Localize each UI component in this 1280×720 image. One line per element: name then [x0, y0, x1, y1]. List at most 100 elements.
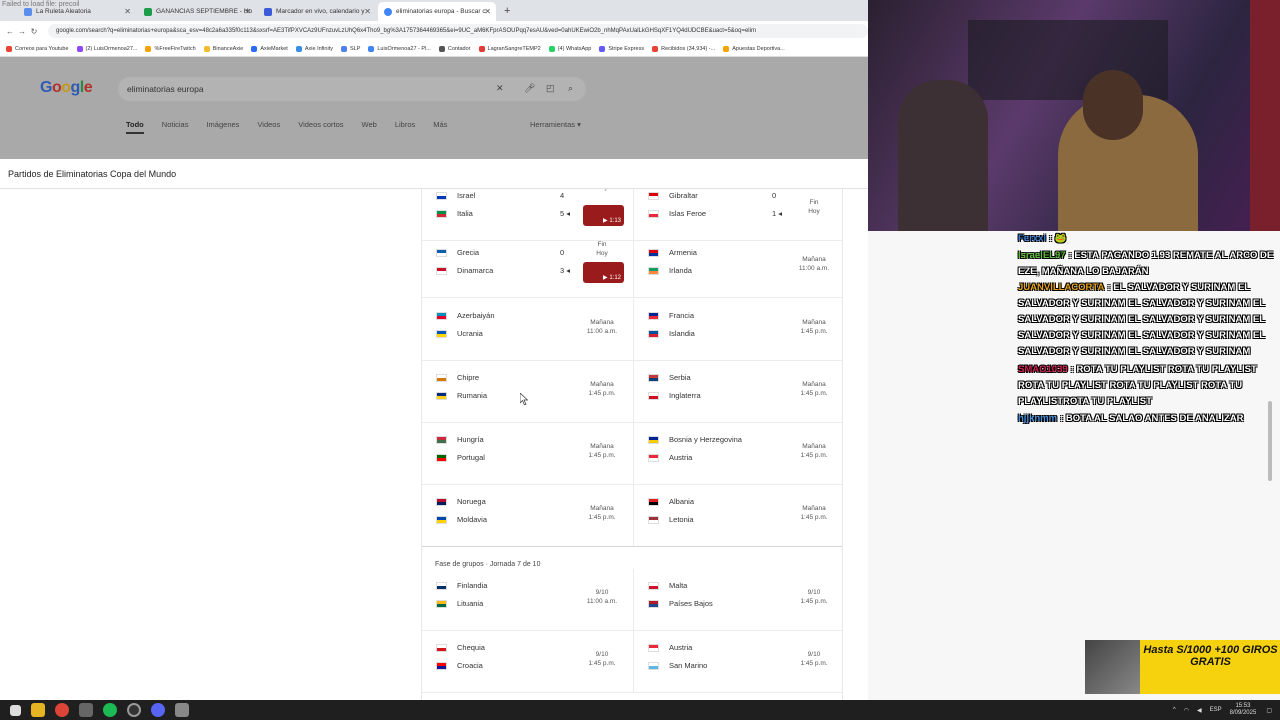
- team-away: Letonia: [648, 515, 694, 524]
- discord-icon[interactable]: [151, 703, 165, 717]
- browser-tab[interactable]: Marcador en vivo, calendario y ✕: [258, 2, 376, 21]
- bookmark-item[interactable]: Stripe Express: [599, 45, 644, 52]
- team-name: Gibraltar: [669, 191, 698, 200]
- close-tab-icon[interactable]: ✕: [364, 7, 371, 16]
- google-logo[interactable]: Google: [40, 79, 93, 97]
- close-tab-icon[interactable]: ✕: [484, 7, 491, 16]
- bookmark-item[interactable]: BinanceAxie: [203, 45, 243, 52]
- bookmarks-bar: Correos para Youtube (2) LuisOrmenoa27...…: [0, 41, 868, 57]
- score: 1 ◂: [772, 209, 783, 218]
- reload-icon[interactable]: ↻: [28, 27, 40, 36]
- tab-noticias[interactable]: Noticias: [162, 120, 189, 134]
- bookmark-item[interactable]: (2) LuisOrmenoa27...: [76, 45, 138, 52]
- match-cell[interactable]: Bosnia y Herzegovina Austria Mañana 1:45 p…: [633, 423, 842, 484]
- bookmark-item[interactable]: Correos para Youtube: [6, 45, 69, 52]
- promo-banner[interactable]: Hasta S/1000 +100 GIROS GRATIS: [1085, 640, 1280, 694]
- language-indicator[interactable]: ESP: [1210, 707, 1222, 713]
- tab-todo[interactable]: Todo: [126, 120, 144, 134]
- match-cell[interactable]: Albania Letonia Mañana 1:45 p.m.: [633, 485, 842, 546]
- close-tab-icon[interactable]: ✕: [124, 7, 131, 16]
- match-cell[interactable]: Armenia Irlanda Mañana 11:00 a.m.: [633, 236, 842, 297]
- team-name: Grecia: [457, 248, 480, 257]
- match-cell[interactable]: Grecia Dinamarca 0 3 ◂ ▶ 1:12 Fin Hoy: [422, 236, 633, 297]
- tab-videos-cortos[interactable]: Videos cortos: [298, 120, 343, 134]
- search-input[interactable]: eliminatorias europa ✕ 🎤︎ ◰ ⌕: [118, 77, 586, 101]
- bookmark-label: Correos para Youtube: [15, 45, 69, 52]
- clear-icon[interactable]: ✕: [496, 83, 504, 94]
- obs-icon[interactable]: [127, 703, 141, 717]
- url-input[interactable]: google.com/search?q=eliminatorias+europa…: [48, 24, 868, 38]
- file-explorer-icon[interactable]: [31, 703, 45, 717]
- match-cell[interactable]: Gibraltar Islas Feroe 0 1 ◂ Fin Hoy: [633, 189, 842, 240]
- app-icon[interactable]: [175, 703, 189, 717]
- match-cell[interactable]: Serbia Inglaterra Mañana 1:45 p.m.: [633, 361, 842, 422]
- team-name: San Marino: [669, 661, 708, 670]
- chat-username[interactable]: SMAO1039: [1018, 364, 1068, 375]
- clock[interactable]: 15:53 8/09/2025: [1230, 703, 1257, 717]
- lens-icon[interactable]: ◰: [546, 83, 555, 94]
- volume-icon[interactable]: ◀︎: [1197, 707, 1202, 714]
- search-icon[interactable]: ⌕: [568, 83, 573, 94]
- bookmark-item[interactable]: Recibidos (34,934) -...: [652, 45, 715, 52]
- bookmark-item[interactable]: Contador: [438, 45, 471, 52]
- wifi-icon[interactable]: ◠: [1184, 707, 1189, 714]
- notifications-icon[interactable]: ▢: [1266, 707, 1272, 714]
- keyboard-icon[interactable]: [79, 703, 93, 717]
- match-cell[interactable]: Chequia Croacia 9/10 1:45 p.m.: [422, 631, 633, 692]
- forward-icon[interactable]: →: [16, 27, 28, 36]
- bookmark-item[interactable]: LagranSangreTEMP2: [478, 45, 541, 52]
- highlight-video-thumbnail[interactable]: ▶ 1:13: [583, 205, 624, 226]
- system-tray: ^ ◠ ◀︎ ESP 15:53 8/09/2025 ▢: [1173, 703, 1272, 717]
- webcam-feed: [868, 0, 1280, 231]
- match-cell[interactable]: Francia Islandia Mañana 1:45 p.m.: [633, 299, 842, 360]
- tab-videos[interactable]: Videos: [257, 120, 280, 134]
- match-cell[interactable]: Noruega Moldavia Mañana 1:45 p.m.: [422, 485, 633, 546]
- bookmark-item[interactable]: (4) WhatsApp: [548, 45, 591, 52]
- tab-web[interactable]: Web: [362, 120, 377, 134]
- tab-mas[interactable]: Más: [433, 120, 447, 134]
- back-icon[interactable]: ←: [4, 27, 16, 36]
- match-status: Fin Hoy: [596, 241, 608, 257]
- microphone-icon[interactable]: 🎤︎: [524, 83, 535, 94]
- team-name: Islandia: [669, 329, 695, 338]
- match-cell[interactable]: Israel Italia 4 5 ◂ ▶ 1:13 Hoy: [422, 189, 633, 240]
- team-name: Francia: [669, 311, 695, 320]
- bookmark-item[interactable]: SLP: [340, 45, 360, 52]
- bookmark-item[interactable]: Axie Infinity: [295, 45, 333, 52]
- chat-username[interactable]: hjjknmm: [1018, 413, 1057, 424]
- tab-libros[interactable]: Libros: [395, 120, 415, 134]
- bookmark-item[interactable]: AxieMarket: [251, 45, 288, 52]
- match-cell[interactable]: Azerbaiyán Ucrania Mañana 11:00 a.m.: [422, 299, 633, 360]
- match-cell[interactable]: Hungría Portugal Mañana 1:45 p.m.: [422, 423, 633, 484]
- bookmark-item[interactable]: LuisOrmenoa27 - Pl...: [368, 45, 431, 52]
- streamer-head-image: [1083, 70, 1143, 140]
- tab-imagenes[interactable]: Imágenes: [206, 120, 239, 134]
- chat-username[interactable]: IsraelEL97: [1018, 250, 1066, 261]
- match-cell[interactable]: Chipre Rumania Mañana 1:45 p.m.: [422, 361, 633, 422]
- chrome-icon[interactable]: [55, 703, 69, 717]
- team-name: Israel: [457, 191, 476, 200]
- tray-chevron-icon[interactable]: ^: [1173, 707, 1176, 713]
- flag-icon: [648, 515, 659, 524]
- close-tab-icon[interactable]: ✕: [244, 7, 251, 16]
- team-name: Croacia: [457, 661, 483, 670]
- windows-start-icon[interactable]: [10, 704, 21, 716]
- highlight-video-thumbnail[interactable]: ▶ 1:12: [583, 262, 624, 283]
- team-name: Hungría: [457, 435, 484, 444]
- bookmark-item[interactable]: %FreeFireTwitch: [145, 45, 196, 52]
- bookmark-label: (2) LuisOrmenoa27...: [85, 45, 138, 52]
- chat-username[interactable]: JUANVILLACORTA: [1018, 282, 1104, 293]
- browser-tab[interactable]: GANANCIAS SEPTIEMBRE - Ho ✕: [138, 2, 256, 21]
- match-cell[interactable]: Malta Países Bajos 9/10 1:45 p.m.: [633, 569, 842, 630]
- spotify-icon[interactable]: [103, 703, 117, 717]
- browser-tab-active[interactable]: eliminatorias europa - Buscar c ✕: [378, 2, 496, 21]
- new-tab-button[interactable]: +: [504, 5, 510, 17]
- match-cell[interactable]: Finlandia Lituania 9/10 11:00 a.m.: [422, 569, 633, 630]
- tools-button[interactable]: Herramientas ▾: [530, 120, 581, 129]
- bookmark-label: Apuestas Deportiva...: [732, 45, 785, 52]
- bookmark-item[interactable]: Apuestas Deportiva...: [723, 45, 785, 52]
- team-name: Austria: [669, 453, 693, 462]
- flag-icon: [648, 209, 659, 218]
- match-cell[interactable]: Austria San Marino 9/10 1:45 p.m.: [633, 631, 842, 692]
- chat-username[interactable]: Ferxxi: [1018, 233, 1046, 244]
